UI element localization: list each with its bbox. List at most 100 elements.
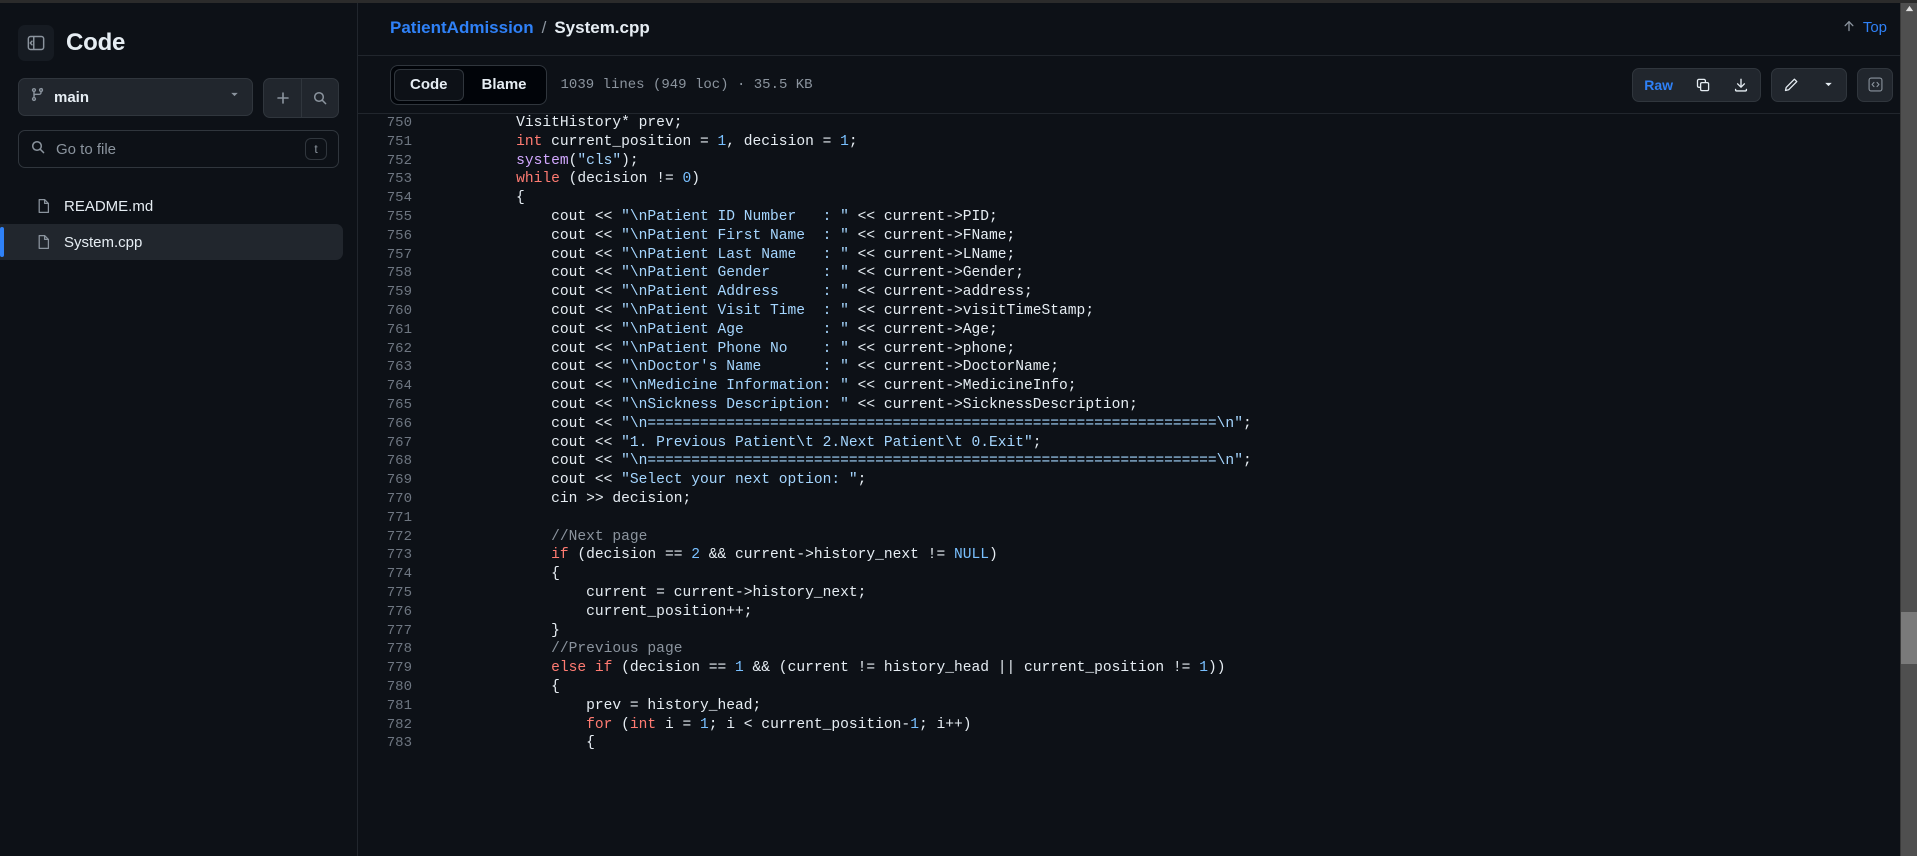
line-number[interactable]: 765 [358, 396, 430, 415]
code-token: //Previous page [551, 641, 683, 658]
breadcrumb-separator: / [541, 17, 547, 37]
breadcrumb-repo-link[interactable]: PatientAdmission [390, 18, 534, 38]
code-token: 1 [735, 660, 744, 677]
search-icon[interactable] [301, 79, 338, 117]
side-panel-collapse-icon[interactable] [18, 25, 54, 61]
window-top-edge [0, 0, 1917, 3]
line-number[interactable]: 756 [358, 227, 430, 246]
code-token: int [629, 716, 657, 733]
line-number[interactable]: 761 [358, 321, 430, 340]
branch-row: main [0, 72, 357, 118]
tab-code[interactable]: Code [394, 68, 464, 101]
line-number[interactable]: 759 [358, 283, 430, 302]
line-number[interactable]: 758 [358, 264, 430, 283]
code-token: 2 [691, 547, 700, 564]
file-toolbar: Code Blame 1039 lines (949 loc) · 35.5 K… [358, 56, 1917, 114]
code-line-row: 781 prev = history_head; [358, 697, 1917, 716]
code-token: cin >> decision; [446, 490, 692, 507]
search-input[interactable] [56, 140, 295, 158]
line-content: cin >> decision; [430, 490, 1917, 509]
tab-blame[interactable]: Blame [466, 69, 543, 101]
line-number[interactable]: 783 [358, 734, 430, 753]
line-content: cout << "\nPatient First Name : " << cur… [430, 227, 1917, 246]
line-content: cout << "\nPatient Age : " << current->A… [430, 321, 1917, 340]
line-number[interactable]: 779 [358, 659, 430, 678]
file-search-box[interactable]: t [18, 130, 339, 168]
line-number[interactable]: 762 [358, 340, 430, 359]
line-number[interactable]: 780 [358, 678, 430, 697]
code-line-row: 778 //Previous page [358, 640, 1917, 659]
line-number[interactable]: 753 [358, 170, 430, 189]
line-number[interactable]: 781 [358, 697, 430, 716]
code-line-row: 774 { [358, 565, 1917, 584]
list-item[interactable]: README.md [0, 188, 343, 224]
code-token: ; [1032, 434, 1042, 451]
line-number[interactable]: 766 [358, 415, 430, 434]
line-content: cout << "\nPatient Gender : " << current… [430, 264, 1917, 283]
page-scrollbar[interactable] [1900, 0, 1917, 856]
file-icon [36, 198, 52, 214]
plus-icon[interactable] [264, 79, 301, 117]
code-content-area[interactable]: 750 VisitHistory* prev; 751 int current_p… [358, 114, 1917, 856]
line-content: int current_position = 1, decision = 1; [430, 133, 1917, 152]
line-number[interactable]: 760 [358, 302, 430, 321]
scroll-to-top-link[interactable]: Top [1842, 19, 1893, 37]
line-number[interactable]: 772 [358, 528, 430, 547]
chevron-down-icon[interactable] [1810, 69, 1846, 101]
list-item[interactable]: System.cpp [0, 224, 343, 260]
code-token: << current->address; [848, 284, 1033, 301]
code-token: "\nMedicine Information: " [621, 378, 849, 395]
code-token: "\n=====================================… [621, 415, 1243, 432]
branch-selector[interactable]: main [18, 78, 253, 116]
line-number[interactable]: 754 [358, 189, 430, 208]
line-number[interactable]: 774 [358, 565, 430, 584]
line-number[interactable]: 757 [358, 246, 430, 265]
line-content: //Previous page [430, 640, 1917, 659]
code-token: "\nPatient Gender : " [621, 265, 849, 282]
line-number[interactable]: 752 [358, 152, 430, 171]
line-number[interactable]: 751 [358, 133, 430, 152]
line-number[interactable]: 773 [358, 546, 430, 565]
code-brackets-icon[interactable] [1857, 67, 1893, 102]
line-number[interactable]: 771 [358, 509, 430, 528]
code-token: "cls" [577, 152, 622, 169]
search-icon [30, 139, 46, 160]
line-content: else if (decision == 1 && (current != hi… [430, 659, 1917, 678]
line-number[interactable]: 782 [358, 716, 430, 735]
page-scrollbar-thumb[interactable] [1901, 612, 1917, 664]
line-number[interactable]: 767 [358, 434, 430, 453]
line-number[interactable]: 764 [358, 377, 430, 396]
copy-icon[interactable] [1684, 69, 1722, 101]
line-number[interactable]: 755 [358, 208, 430, 227]
code-line-row: 758 cout << "\nPatient Gender : " << cur… [358, 264, 1917, 283]
line-number[interactable]: 750 [358, 114, 430, 133]
code-token: "\nPatient ID Number : " [621, 208, 849, 225]
line-content: while (decision != 0) [430, 170, 1917, 189]
line-number[interactable]: 770 [358, 490, 430, 509]
line-content: { [430, 189, 1917, 208]
code-token: 1 [717, 133, 727, 150]
line-number[interactable]: 769 [358, 471, 430, 490]
file-search-wrapper: t [0, 118, 357, 168]
line-number[interactable]: 768 [358, 452, 430, 471]
line-number[interactable]: 776 [358, 603, 430, 622]
code-token: "\nDoctor's Name : " [621, 359, 849, 376]
pencil-icon[interactable] [1772, 69, 1810, 101]
raw-copy-download-group: Raw [1632, 67, 1761, 102]
line-number[interactable]: 763 [358, 358, 430, 377]
code-token: cout << [446, 302, 622, 319]
code-line-row: 780 { [358, 678, 1917, 697]
raw-button[interactable]: Raw [1633, 69, 1684, 101]
line-content: { [430, 565, 1917, 584]
download-icon[interactable] [1722, 69, 1760, 101]
line-number[interactable]: 778 [358, 640, 430, 659]
code-token: && (current != history_head || current_p… [743, 660, 1200, 677]
edit-group [1771, 67, 1847, 102]
line-number[interactable]: 777 [358, 622, 430, 641]
code-token: cout << [446, 378, 622, 395]
line-number[interactable]: 775 [358, 584, 430, 603]
